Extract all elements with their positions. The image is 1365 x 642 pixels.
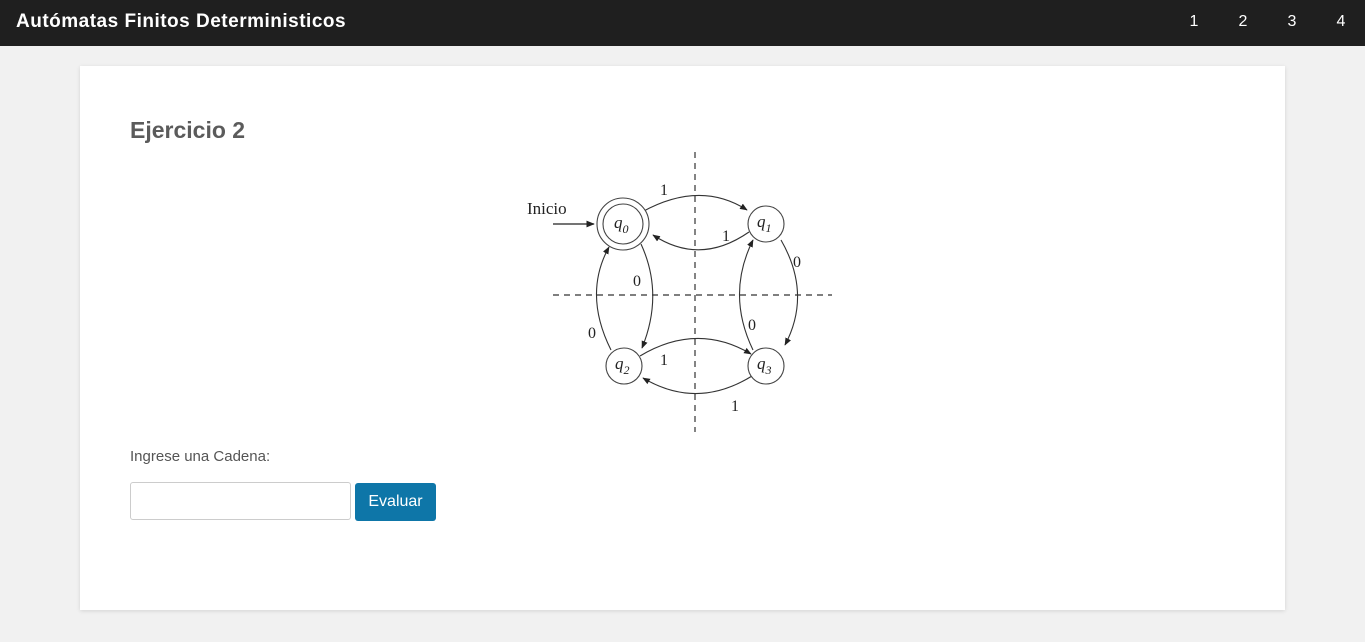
state-q1: q1 [747, 205, 785, 243]
transition-q2-q0 [595, 246, 612, 351]
string-input[interactable] [130, 482, 351, 520]
state-q2: q2 [605, 347, 643, 385]
symbol-q2-q3: 1 [660, 352, 668, 369]
symbol-q0-q2: 0 [633, 273, 641, 290]
string-input-label: Ingrese una Cadena: [130, 448, 271, 465]
symbol-q1-q0: 1 [722, 228, 730, 245]
top-navbar: Autómatas Finitos Deterministicos 1 2 3 … [0, 0, 1365, 46]
transition-q1-q0 [652, 231, 750, 251]
navbar-brand[interactable]: Autómatas Finitos Deterministicos [16, 11, 346, 33]
nav-link-2[interactable]: 2 [1233, 13, 1253, 31]
exercise-card: Ejercicio 2 Inicio 1 1 0 0 0 0 1 1 q0 q1… [80, 66, 1285, 610]
nav-link-3[interactable]: 3 [1282, 13, 1302, 31]
state-q3: q3 [747, 347, 785, 385]
start-label: Inicio [527, 199, 567, 218]
symbol-q3-q2: 1 [731, 398, 739, 415]
symbol-q0-q1: 1 [660, 182, 668, 199]
symbol-q3-q1: 0 [748, 317, 756, 334]
symbol-q1-q3: 0 [793, 254, 801, 271]
page-title: Ejercicio 2 [130, 117, 246, 143]
nav-link-1[interactable]: 1 [1184, 13, 1204, 31]
symbol-q2-q0: 0 [588, 325, 596, 342]
evaluate-button[interactable]: Evaluar [355, 483, 436, 521]
state-q0: q0 [596, 197, 650, 251]
transition-q3-q2 [642, 375, 753, 395]
nav-link-4[interactable]: 4 [1331, 13, 1351, 31]
transition-q0-q2 [640, 243, 654, 349]
automaton-diagram: Inicio 1 1 0 0 0 0 1 1 q0 q1 q2 q3 [527, 152, 832, 432]
